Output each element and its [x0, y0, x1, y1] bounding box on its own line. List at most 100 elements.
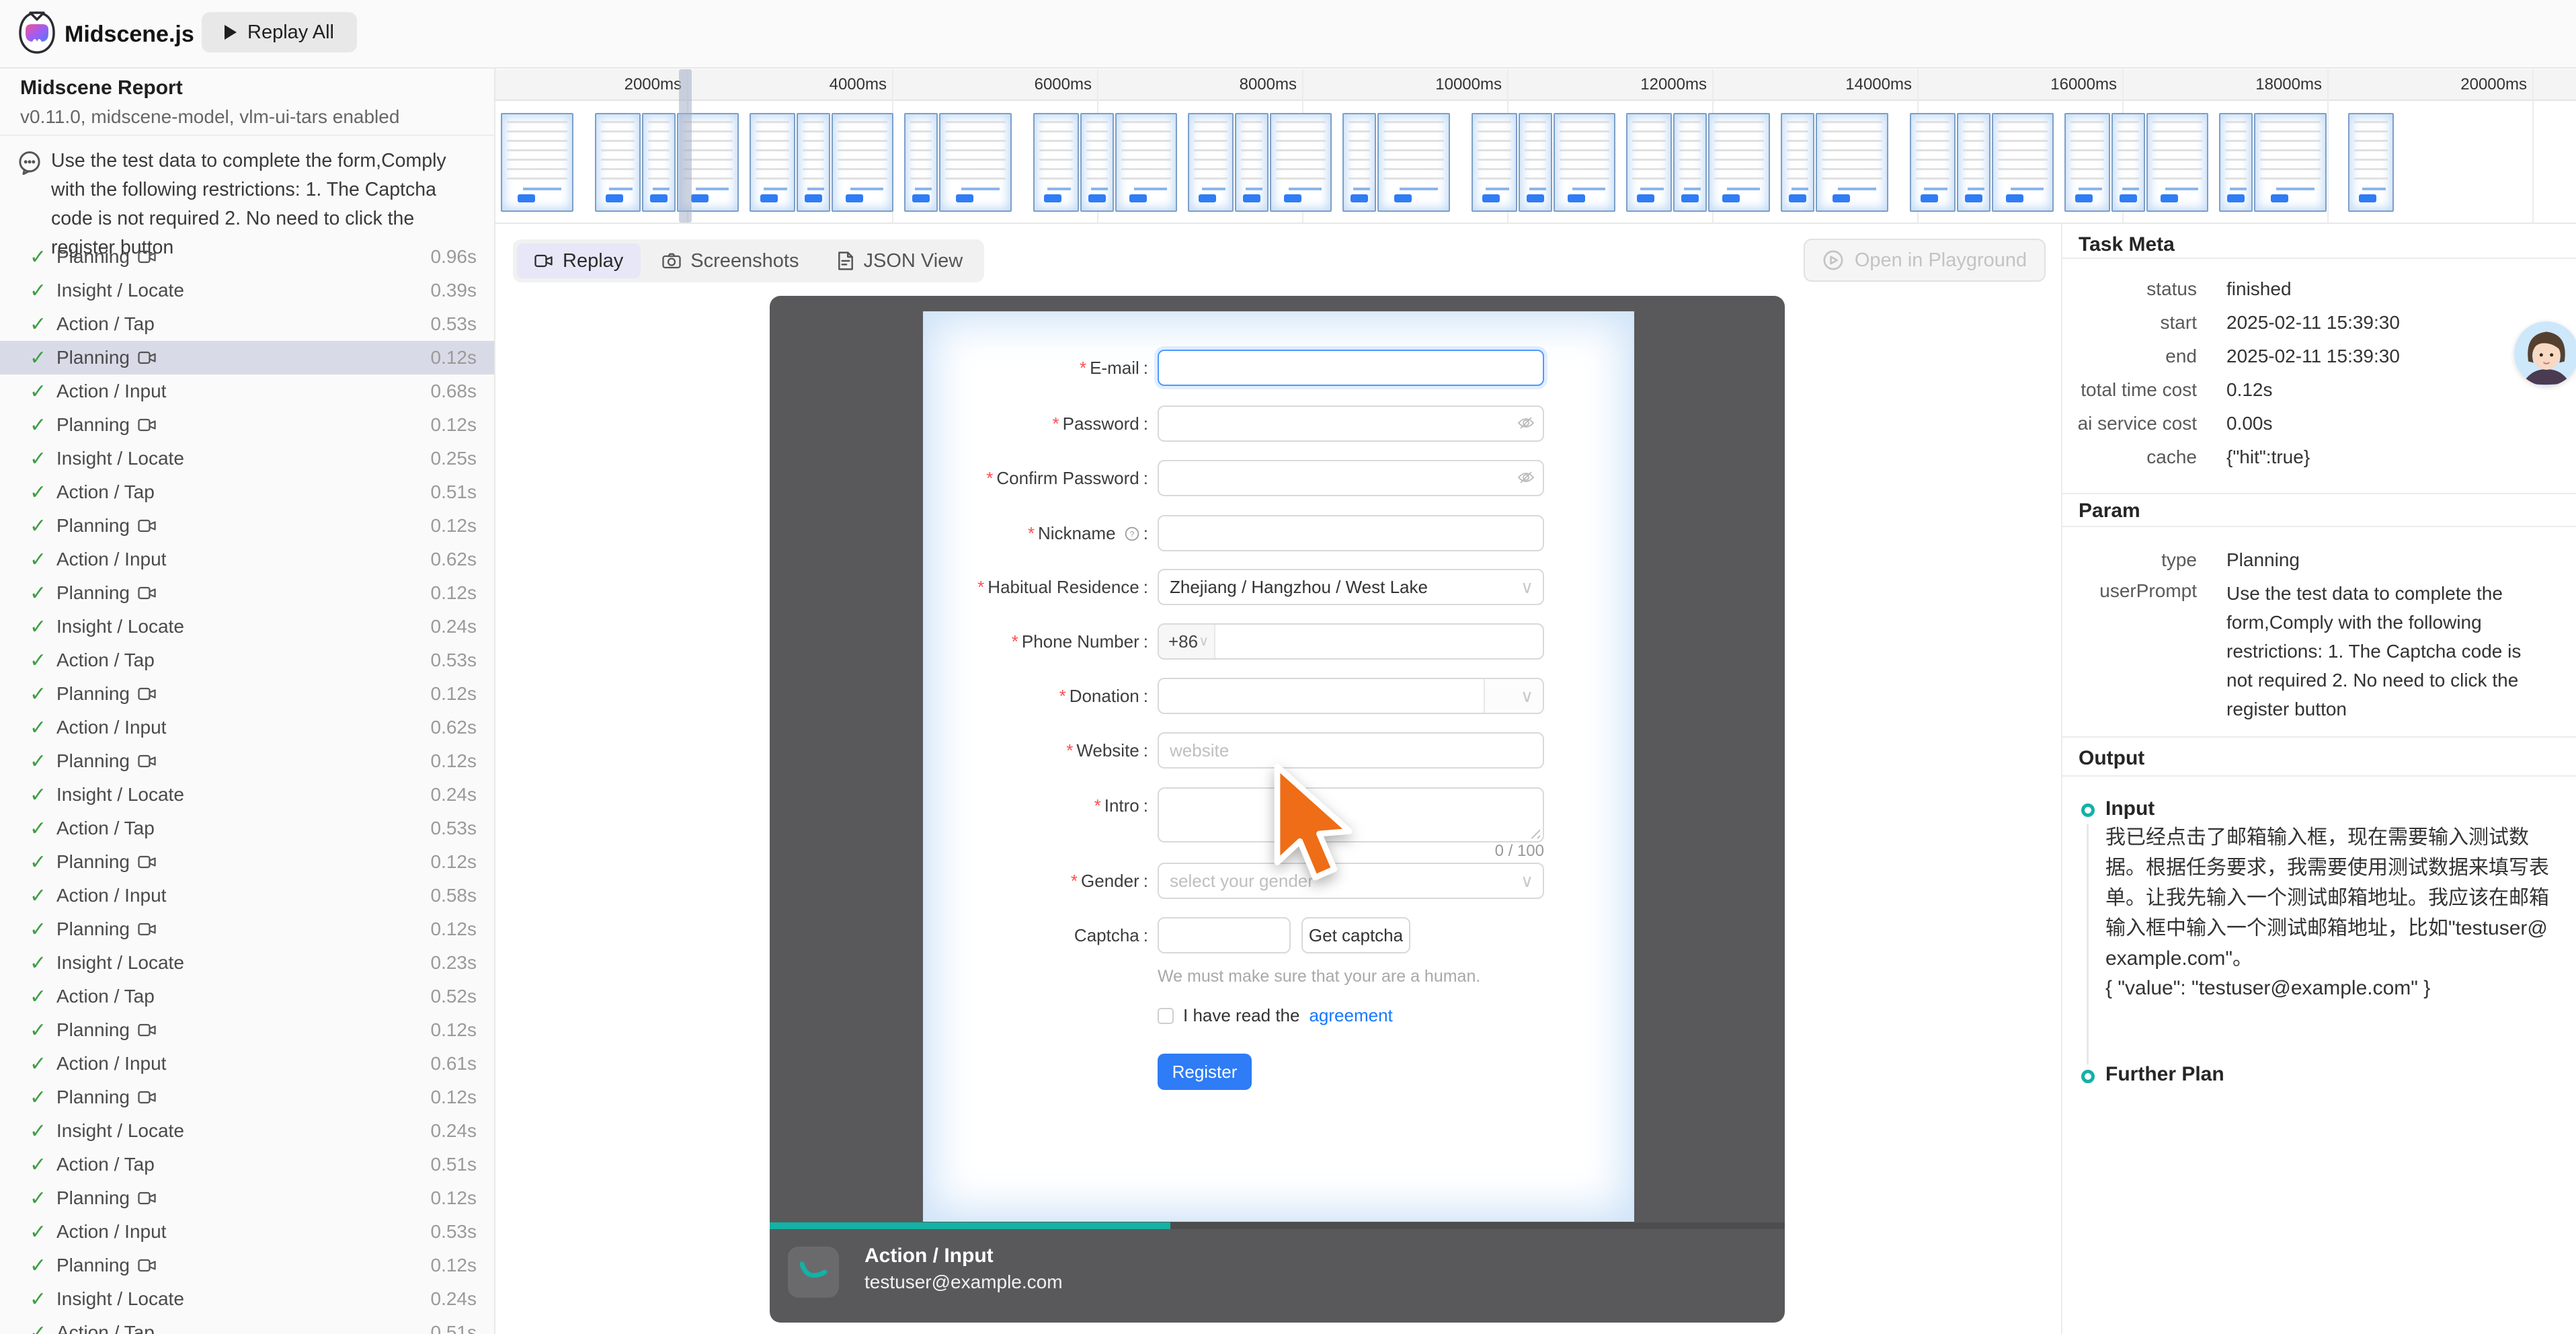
step-list-item[interactable]: ✓ Action / Input 0.62s	[0, 711, 495, 744]
step-list-item[interactable]: ✓ Action / Input 0.58s	[0, 879, 495, 912]
agreement-checkbox[interactable]	[1158, 1008, 1174, 1024]
captcha-input[interactable]	[1158, 917, 1291, 953]
step-list-item[interactable]: ✓ Planning 0.12s	[0, 408, 495, 442]
timeline-thumbnail[interactable]	[1708, 113, 1770, 212]
timeline-thumbnail[interactable]	[501, 113, 573, 212]
timeline-thumbnail[interactable]	[1472, 113, 1517, 212]
step-list-item[interactable]: ✓ Action / Input 0.61s	[0, 1047, 495, 1081]
nickname-input[interactable]	[1158, 515, 1544, 551]
get-captcha-button[interactable]: Get captcha	[1301, 917, 1410, 953]
timeline-thumbnail[interactable]	[832, 113, 893, 212]
step-list-item[interactable]: ✓ Action / Tap 0.51s	[0, 1316, 495, 1334]
replay-all-button[interactable]: Replay All	[202, 12, 357, 52]
step-duration: 0.24s	[431, 616, 477, 637]
step-list-item[interactable]: ✓ Insight / Locate 0.24s	[0, 1114, 495, 1148]
timeline-thumbnail[interactable]	[1519, 113, 1552, 212]
open-in-playground-button[interactable]: Open in Playground	[1804, 239, 2046, 282]
tab-screenshots[interactable]: Screenshots	[645, 243, 816, 278]
confirm-password-input[interactable]	[1158, 460, 1544, 496]
step-duration: 0.96s	[431, 246, 477, 268]
timeline-thumbnail[interactable]	[595, 113, 641, 212]
timeline-thumbnail[interactable]	[1235, 113, 1269, 212]
output-input-value: { "value": "testuser@example.com" }	[2105, 977, 2552, 1000]
step-list-item[interactable]: ✓ Planning 0.12s	[0, 341, 495, 375]
step-list-item[interactable]: ✓ Insight / Locate 0.23s	[0, 946, 495, 980]
timeline-thumbnail[interactable]	[750, 113, 795, 212]
step-list-item[interactable]: ✓ Planning 0.12s	[0, 509, 495, 543]
step-list-item[interactable]: ✓ Insight / Locate 0.24s	[0, 1282, 495, 1316]
step-list-item[interactable]: ✓ Action / Input 0.68s	[0, 375, 495, 408]
step-duration: 0.58s	[431, 885, 477, 906]
tab-json-view[interactable]: JSON View	[820, 243, 980, 278]
timeline-thumbnail[interactable]	[1377, 113, 1450, 212]
timeline-thumbnail[interactable]	[642, 113, 676, 212]
eye-invisible-icon[interactable]	[1517, 416, 1535, 434]
timeline-thumbnail[interactable]	[1816, 113, 1888, 212]
timeline-thumbnail[interactable]	[797, 113, 830, 212]
timeline-thumbnail[interactable]	[2064, 113, 2110, 212]
avatar[interactable]	[2514, 321, 2576, 386]
step-list-item[interactable]: ✓ Planning 0.12s	[0, 677, 495, 711]
donation-unit-select[interactable]: ∨	[1484, 679, 1543, 713]
timeline-thumbnail[interactable]	[1626, 113, 1672, 212]
timeline-thumbnail[interactable]	[2348, 113, 2394, 212]
step-list-item[interactable]: ✓ Planning 0.12s	[0, 576, 495, 610]
check-icon: ✓	[30, 1288, 54, 1311]
agreement-link[interactable]: agreement	[1309, 1005, 1392, 1026]
step-list-item[interactable]: ✓ Action / Tap 0.52s	[0, 980, 495, 1013]
step-duration: 0.51s	[431, 1154, 477, 1175]
camera-icon	[662, 252, 681, 270]
phone-input[interactable]: +86∨	[1158, 623, 1544, 660]
password-input[interactable]	[1158, 405, 1544, 442]
timeline-thumbnail[interactable]	[1910, 113, 1956, 212]
timeline-thumbnail[interactable]	[1342, 113, 1376, 212]
step-list-item[interactable]: ✓ Planning 0.96s	[0, 240, 495, 274]
timeline-thumbnail[interactable]	[1781, 113, 1814, 212]
step-list-item[interactable]: ✓ Planning 0.12s	[0, 845, 495, 879]
step-list-item[interactable]: ✓ Planning 0.12s	[0, 1181, 495, 1215]
timeline-thumbnail[interactable]	[1992, 113, 2054, 212]
timeline-thumbnail[interactable]	[1554, 113, 1615, 212]
timeline-thumbnail[interactable]	[904, 113, 938, 212]
timeline-thumbnail[interactable]	[1957, 113, 1990, 212]
step-list: ✓ Planning 0.96s ✓ Insight / Locate 0.39…	[0, 240, 495, 1334]
timeline-thumbnail[interactable]	[2146, 113, 2208, 212]
step-list-item[interactable]: ✓ Planning 0.12s	[0, 1081, 495, 1114]
step-duration: 0.24s	[431, 1288, 477, 1310]
register-button[interactable]: Register	[1158, 1054, 1252, 1090]
step-list-item[interactable]: ✓ Insight / Locate 0.25s	[0, 442, 495, 475]
timeline-thumbnail[interactable]	[2254, 113, 2327, 212]
step-list-item[interactable]: ✓ Action / Input 0.53s	[0, 1215, 495, 1249]
step-list-item[interactable]: ✓ Action / Tap 0.53s	[0, 307, 495, 341]
timeline-thumbnail[interactable]	[1188, 113, 1234, 212]
timeline-thumbnail[interactable]	[1270, 113, 1332, 212]
timeline-thumbnail[interactable]	[1033, 113, 1079, 212]
step-list-item[interactable]: ✓ Action / Tap 0.51s	[0, 475, 495, 509]
step-list-item[interactable]: ✓ Action / Tap 0.51s	[0, 1148, 495, 1181]
step-list-item[interactable]: ✓ Action / Tap 0.53s	[0, 812, 495, 845]
check-icon: ✓	[30, 1321, 54, 1334]
email-input[interactable]	[1158, 350, 1544, 386]
step-list-item[interactable]: ✓ Planning 0.12s	[0, 744, 495, 778]
timeline-thumbnail[interactable]	[2111, 113, 2145, 212]
step-list-item[interactable]: ✓ Insight / Locate 0.24s	[0, 778, 495, 812]
step-list-item[interactable]: ✓ Action / Tap 0.53s	[0, 643, 495, 677]
step-list-item[interactable]: ✓ Insight / Locate 0.39s	[0, 274, 495, 307]
timeline-thumbnail[interactable]	[1673, 113, 1707, 212]
replay-progress-bar[interactable]	[770, 1222, 1785, 1229]
timeline-thumbnail[interactable]	[1115, 113, 1177, 212]
residence-select[interactable]: Zhejiang / Hangzhou / West Lake∨	[1158, 569, 1544, 605]
timeline-scrubber[interactable]	[679, 69, 692, 223]
step-list-item[interactable]: ✓ Action / Input 0.62s	[0, 543, 495, 576]
step-list-item[interactable]: ✓ Planning 0.12s	[0, 912, 495, 946]
step-list-item[interactable]: ✓ Planning 0.12s	[0, 1013, 495, 1047]
tab-replay[interactable]: Replay	[517, 243, 641, 278]
eye-invisible-icon[interactable]	[1517, 470, 1535, 488]
step-list-item[interactable]: ✓ Insight / Locate 0.24s	[0, 610, 495, 643]
timeline-thumbnail[interactable]	[1080, 113, 1114, 212]
phone-prefix-select[interactable]: +86∨	[1159, 625, 1215, 658]
donation-input[interactable]: ∨	[1158, 678, 1544, 714]
timeline-thumbnail[interactable]	[2219, 113, 2253, 212]
timeline-thumbnail[interactable]	[939, 113, 1012, 212]
step-list-item[interactable]: ✓ Planning 0.12s	[0, 1249, 495, 1282]
